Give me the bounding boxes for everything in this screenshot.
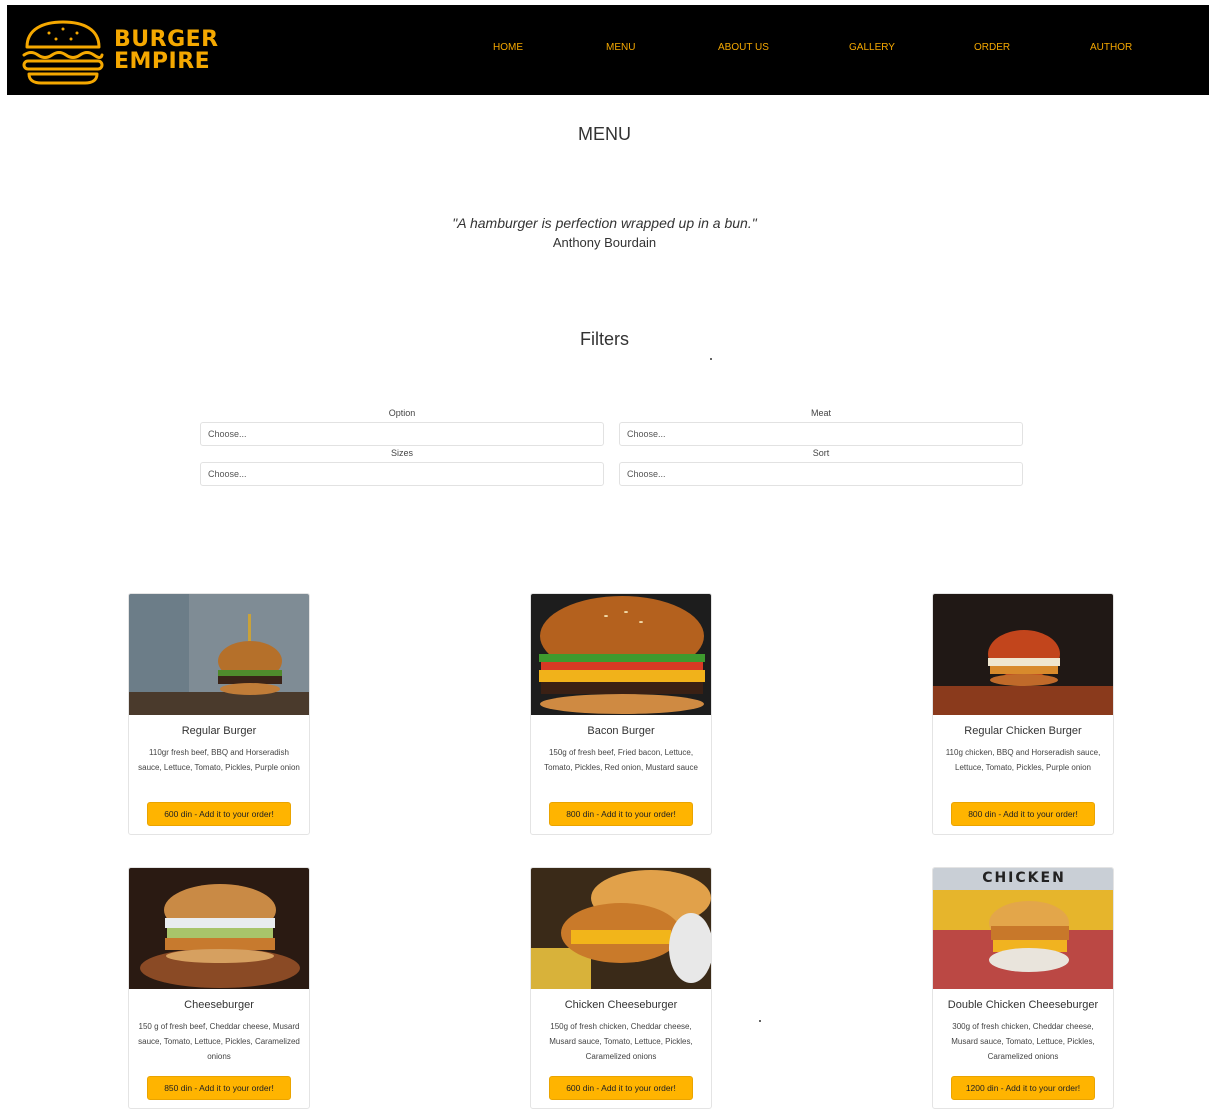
brand-logo[interactable]: BURGER EMPIRE bbox=[21, 15, 221, 87]
add-to-order-button[interactable]: 800 din - Add it to your order! bbox=[951, 802, 1095, 826]
filter-select-meat[interactable]: Choose... bbox=[619, 422, 1023, 446]
add-to-order-button[interactable]: 600 din - Add it to your order! bbox=[549, 1076, 693, 1100]
nav-gallery[interactable]: GALLERY bbox=[849, 42, 895, 53]
brand-line-1: BURGER bbox=[114, 27, 219, 52]
nav-about-us[interactable]: ABOUT US bbox=[718, 42, 769, 53]
nav-menu[interactable]: MENU bbox=[606, 42, 635, 53]
product-description: 150g of fresh chicken, Cheddar cheese, M… bbox=[549, 1022, 693, 1061]
add-to-order-button[interactable]: 600 din - Add it to your order! bbox=[147, 802, 291, 826]
product-card-regular-burger: Regular Burger 110gr fresh beef, BBQ and… bbox=[128, 593, 310, 835]
brand-line-2: EMPIRE bbox=[114, 49, 211, 74]
burger-photo-icon: CHICKEN bbox=[933, 868, 1113, 989]
filter-select-option[interactable]: Choose... bbox=[200, 422, 604, 446]
product-title: Chicken Cheeseburger bbox=[564, 999, 678, 1011]
navbar: BURGER EMPIRE HOME MENU ABOUT US GALLERY… bbox=[7, 5, 1209, 95]
filter-label-option: Option bbox=[388, 408, 416, 418]
product-card-double-chicken-cheeseburger: CHICKEN Double Chicken Cheeseburger 300g… bbox=[932, 867, 1114, 1109]
filter-label-meat: Meat bbox=[810, 408, 831, 418]
page-title: MENU bbox=[578, 124, 631, 144]
product-description: 110g chicken, BBQ and Horseradish sauce,… bbox=[945, 748, 1101, 772]
burger-photo-icon bbox=[129, 868, 309, 989]
nav-author[interactable]: AUTHOR bbox=[1090, 42, 1132, 53]
sign-text: CHICKEN bbox=[982, 870, 1066, 886]
burger-photo-icon bbox=[129, 594, 309, 715]
product-card-regular-chicken-burger: Regular Chicken Burger 110g chicken, BBQ… bbox=[932, 593, 1114, 835]
filter-label-sort: Sort bbox=[812, 448, 830, 458]
product-description: 150g of fresh beef, Fried bacon, Lettuce… bbox=[544, 748, 698, 772]
brand-name: BURGER EMPIRE bbox=[114, 29, 219, 73]
product-title: Regular Burger bbox=[181, 725, 257, 737]
burger-logo-icon bbox=[22, 20, 104, 85]
product-card-cheeseburger: Cheeseburger 150 g of fresh beef, Chedda… bbox=[128, 867, 310, 1109]
product-description: 300g of fresh chicken, Cheddar cheese, M… bbox=[951, 1022, 1095, 1061]
product-title: Cheeseburger bbox=[184, 999, 254, 1011]
product-title: Regular Chicken Burger bbox=[964, 725, 1082, 737]
product-description: 150 g of fresh beef, Cheddar cheese, Mus… bbox=[138, 1022, 300, 1061]
product-title: Double Chicken Cheeseburger bbox=[947, 999, 1099, 1011]
add-to-order-button[interactable]: 800 din - Add it to your order! bbox=[549, 802, 693, 826]
product-description: 110gr fresh beef, BBQ and Horseradish sa… bbox=[138, 748, 300, 772]
burger-photo-icon bbox=[531, 594, 711, 715]
add-to-order-button[interactable]: 850 din - Add it to your order! bbox=[147, 1076, 291, 1100]
nav-home[interactable]: HOME bbox=[493, 42, 523, 53]
add-to-order-button[interactable]: 1200 din - Add it to your order! bbox=[951, 1076, 1095, 1100]
stray-dot bbox=[759, 1020, 761, 1022]
nav-order[interactable]: ORDER bbox=[974, 42, 1010, 53]
filter-select-sort[interactable]: Choose... bbox=[619, 462, 1023, 486]
quote-author: Anthony Bourdain bbox=[552, 235, 657, 250]
product-card-bacon-burger: Bacon Burger 150g of fresh beef, Fried b… bbox=[530, 593, 712, 835]
quote-text: "A hamburger is perfection wrapped up in… bbox=[452, 215, 757, 231]
filters-title: Filters bbox=[580, 329, 629, 349]
filter-label-sizes: Sizes bbox=[390, 448, 413, 458]
stray-dot bbox=[710, 358, 712, 360]
product-card-chicken-cheeseburger: Chicken Cheeseburger 150g of fresh chick… bbox=[530, 867, 712, 1109]
burger-photo-icon bbox=[933, 594, 1113, 715]
filter-select-sizes[interactable]: Choose... bbox=[200, 462, 604, 486]
product-title: Bacon Burger bbox=[587, 725, 655, 737]
burger-photo-icon bbox=[531, 868, 711, 989]
